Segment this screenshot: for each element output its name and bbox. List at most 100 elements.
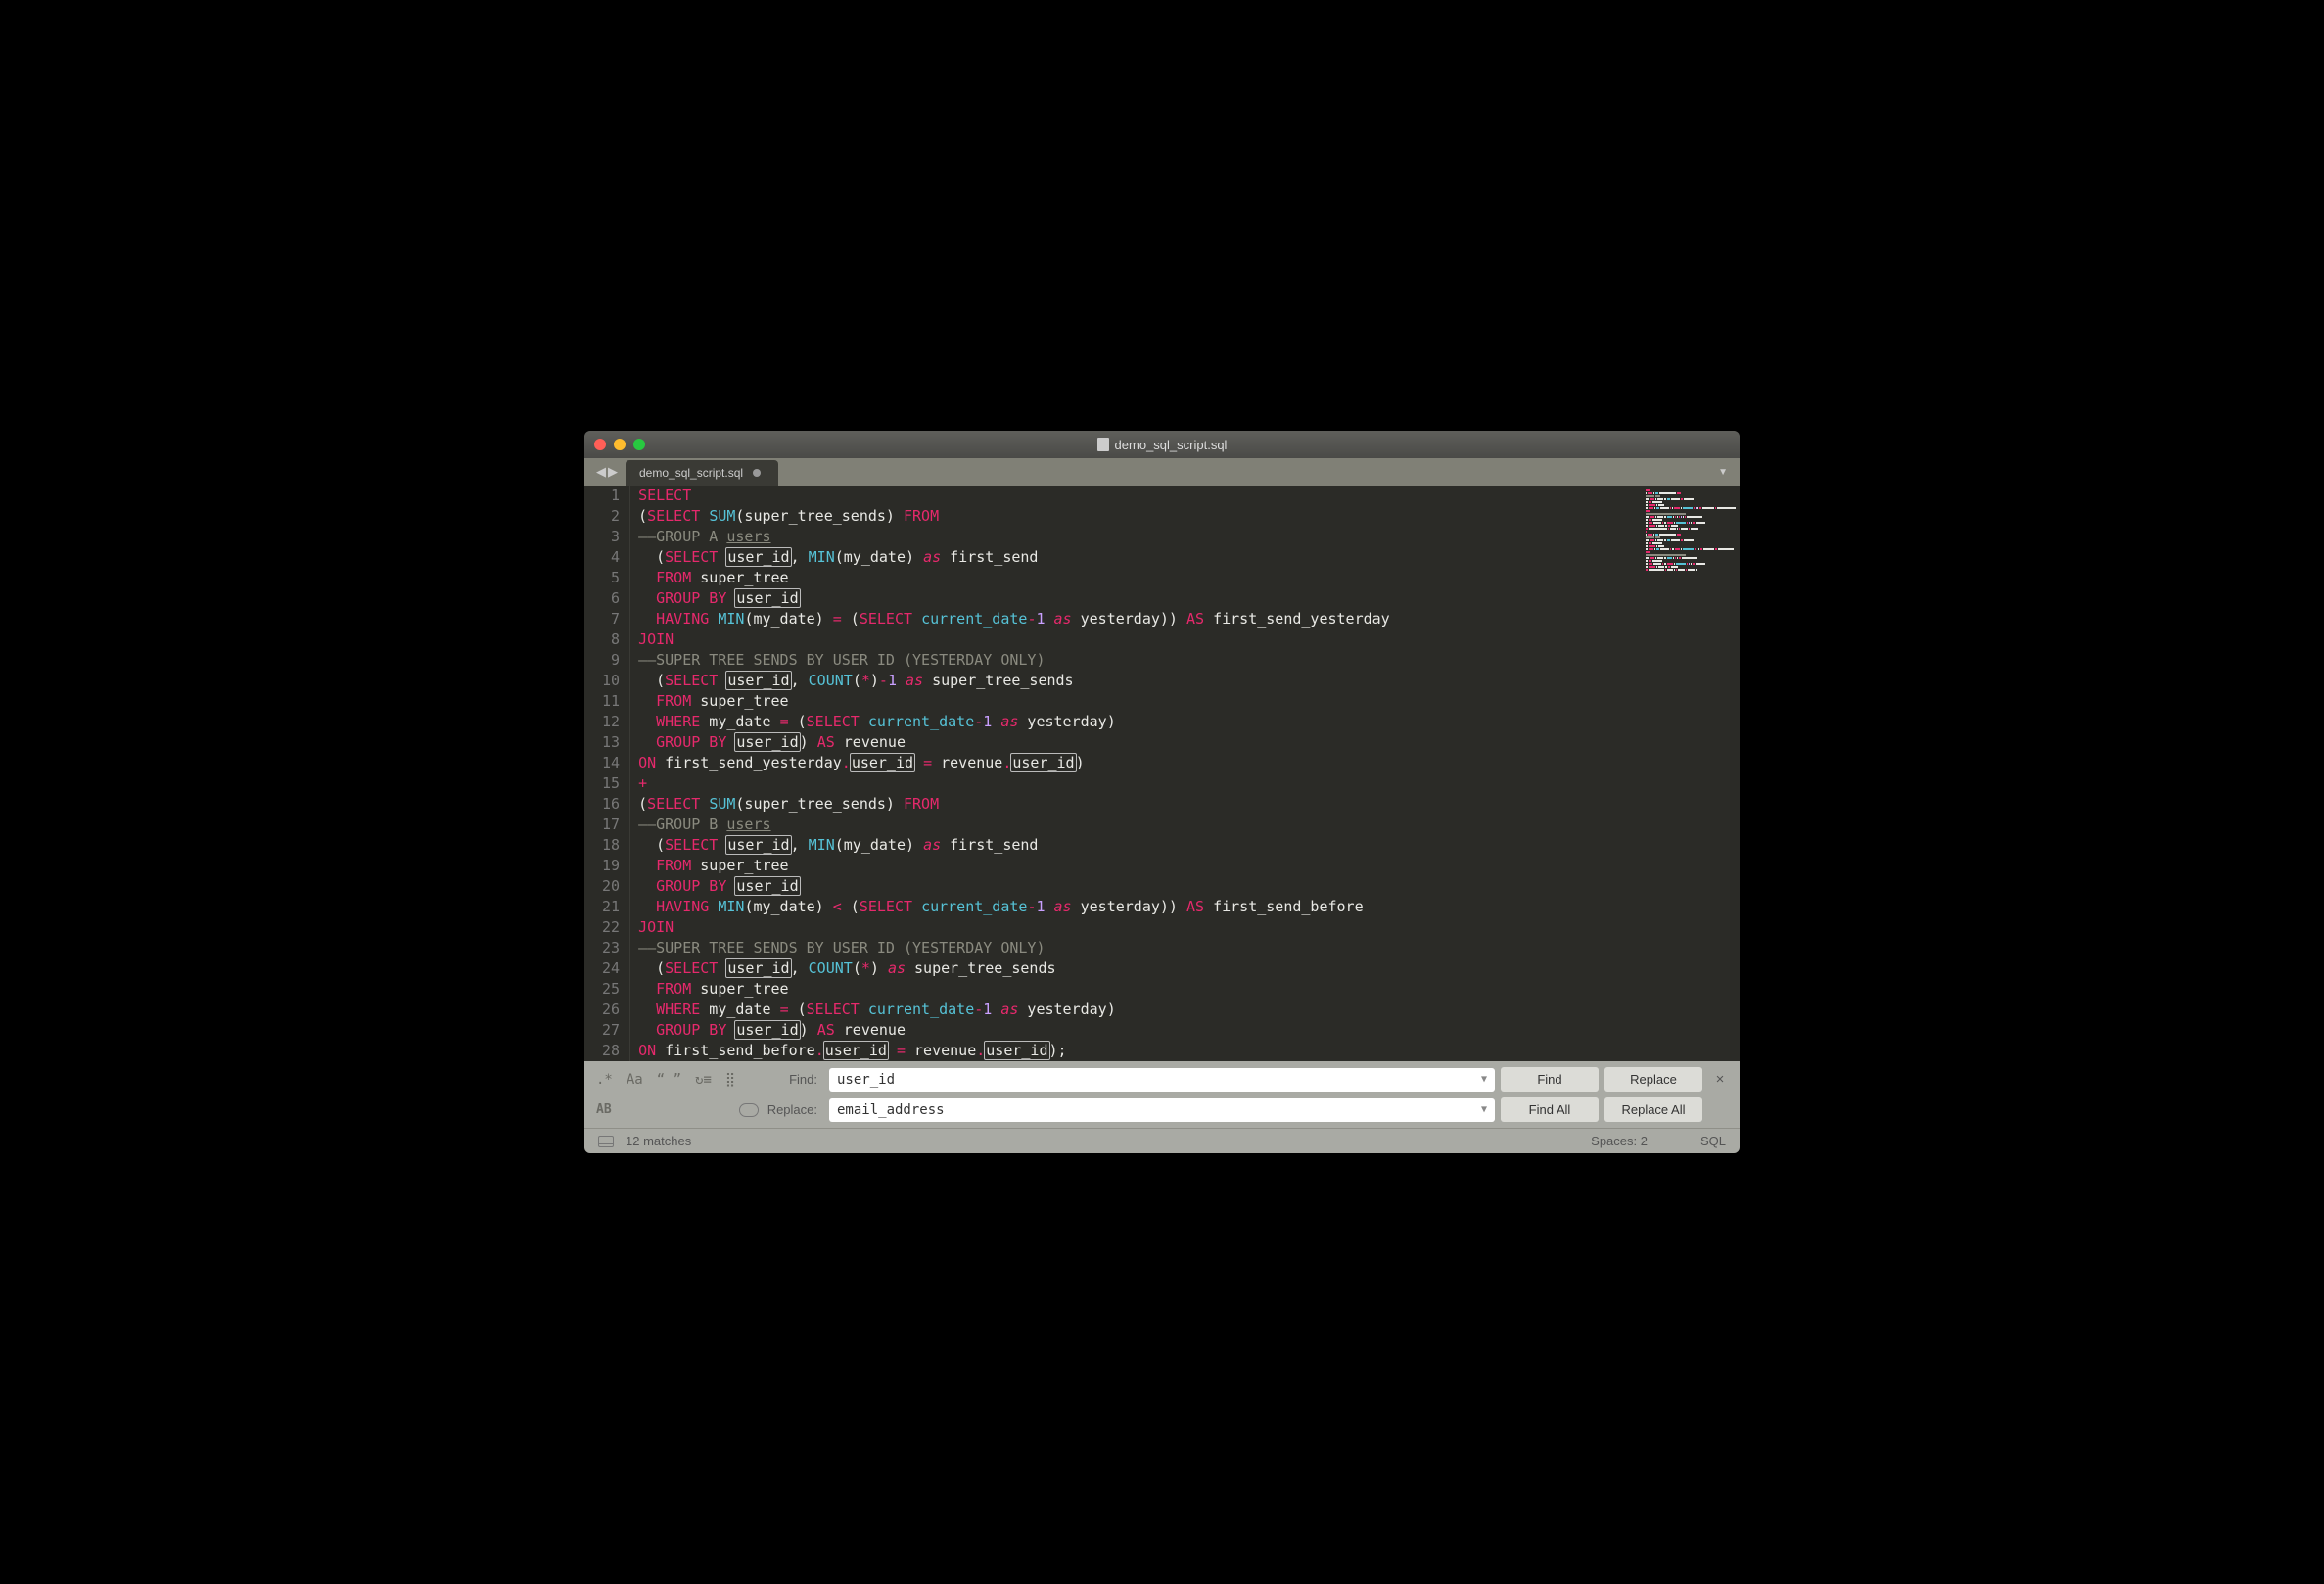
code-line[interactable]: HAVING MIN(my_date) = (SELECT current_da… bbox=[638, 609, 1642, 629]
replace-options: AB bbox=[592, 1102, 759, 1117]
line-number: 27 bbox=[602, 1020, 620, 1041]
find-options: .* Aa “ ” ↻≡ ⣿ bbox=[592, 1072, 759, 1088]
status-bar: 12 matches Spaces: 2 SQL bbox=[584, 1128, 1740, 1153]
line-number: 17 bbox=[602, 815, 620, 835]
find-label: Find: bbox=[765, 1072, 823, 1087]
tab-history-nav: ◀ ▶ bbox=[588, 458, 626, 486]
line-number: 5 bbox=[602, 568, 620, 588]
code-line[interactable]: ——SUPER TREE SENDS BY USER ID (YESTERDAY… bbox=[638, 938, 1642, 958]
whole-word-toggle[interactable]: “ ” bbox=[657, 1072, 681, 1088]
replace-button[interactable]: Replace bbox=[1604, 1067, 1702, 1092]
line-number: 15 bbox=[602, 773, 620, 794]
find-history-dropdown-icon[interactable]: ▼ bbox=[1481, 1074, 1487, 1085]
replace-input-value: email_address bbox=[837, 1102, 945, 1118]
code-line[interactable]: GROUP BY user_id bbox=[638, 588, 1642, 609]
highlight-matches-toggle[interactable] bbox=[739, 1103, 759, 1117]
line-number: 25 bbox=[602, 979, 620, 1000]
line-number: 9 bbox=[602, 650, 620, 671]
case-sensitive-toggle[interactable]: Aa bbox=[627, 1072, 643, 1088]
window-controls bbox=[594, 439, 645, 450]
code-area[interactable]: SELECT(SELECT SUM(super_tree_sends) FROM… bbox=[630, 486, 1642, 1061]
nav-forward-icon[interactable]: ▶ bbox=[608, 464, 618, 480]
code-line[interactable]: ——SUPER TREE SENDS BY USER ID (YESTERDAY… bbox=[638, 650, 1642, 671]
line-number: 20 bbox=[602, 876, 620, 897]
code-line[interactable]: (SELECT user_id, MIN(my_date) as first_s… bbox=[638, 835, 1642, 856]
code-line[interactable]: (SELECT SUM(super_tree_sends) FROM bbox=[638, 506, 1642, 527]
line-number: 26 bbox=[602, 1000, 620, 1020]
minimize-window-button[interactable] bbox=[614, 439, 626, 450]
code-line[interactable]: ——GROUP B users bbox=[638, 815, 1642, 835]
line-number: 16 bbox=[602, 794, 620, 815]
line-number: 21 bbox=[602, 897, 620, 917]
code-line[interactable]: JOIN bbox=[638, 629, 1642, 650]
line-number: 10 bbox=[602, 671, 620, 691]
code-line[interactable]: GROUP BY user_id bbox=[638, 876, 1642, 897]
code-line[interactable]: ON first_send_before.user_id = revenue.u… bbox=[638, 1041, 1642, 1061]
code-line[interactable]: FROM super_tree bbox=[638, 691, 1642, 712]
code-line[interactable]: FROM super_tree bbox=[638, 568, 1642, 588]
line-number: 4 bbox=[602, 547, 620, 568]
minimap[interactable] bbox=[1642, 486, 1740, 1061]
code-line[interactable]: + bbox=[638, 773, 1642, 794]
window-title-text: demo_sql_script.sql bbox=[1115, 438, 1228, 452]
code-line[interactable]: (SELECT user_id, COUNT(*) as super_tree_… bbox=[638, 958, 1642, 979]
line-number: 8 bbox=[602, 629, 620, 650]
line-number: 2 bbox=[602, 506, 620, 527]
code-line[interactable]: GROUP BY user_id) AS revenue bbox=[638, 1020, 1642, 1041]
in-selection-toggle[interactable]: ⣿ bbox=[725, 1072, 735, 1088]
code-line[interactable]: FROM super_tree bbox=[638, 856, 1642, 876]
wrap-toggle[interactable]: ↻≡ bbox=[695, 1072, 712, 1088]
line-number: 11 bbox=[602, 691, 620, 712]
line-number: 6 bbox=[602, 588, 620, 609]
status-matches: 12 matches bbox=[626, 1134, 691, 1148]
replace-input[interactable]: email_address ▼ bbox=[829, 1098, 1495, 1122]
console-panel-icon[interactable] bbox=[598, 1136, 614, 1147]
editor-window: demo_sql_script.sql ◀ ▶ demo_sql_script.… bbox=[584, 431, 1740, 1153]
code-line[interactable]: GROUP BY user_id) AS revenue bbox=[638, 732, 1642, 753]
find-button[interactable]: Find bbox=[1501, 1067, 1599, 1092]
editor-area: 1234567891011121314151617181920212223242… bbox=[584, 486, 1740, 1061]
code-line[interactable]: HAVING MIN(my_date) < (SELECT current_da… bbox=[638, 897, 1642, 917]
close-find-panel-icon[interactable]: × bbox=[1708, 1071, 1732, 1088]
code-line[interactable]: ON first_send_yesterday.user_id = revenu… bbox=[638, 753, 1642, 773]
replace-history-dropdown-icon[interactable]: ▼ bbox=[1481, 1104, 1487, 1115]
replace-all-button[interactable]: Replace All bbox=[1604, 1097, 1702, 1122]
preserve-case-toggle[interactable]: AB bbox=[596, 1102, 612, 1117]
tab-active[interactable]: demo_sql_script.sql bbox=[626, 460, 778, 486]
close-window-button[interactable] bbox=[594, 439, 606, 450]
find-input-value: user_id bbox=[837, 1072, 895, 1088]
line-number: 12 bbox=[602, 712, 620, 732]
tab-modified-indicator bbox=[753, 469, 761, 477]
line-number: 22 bbox=[602, 917, 620, 938]
code-line[interactable]: WHERE my_date = (SELECT current_date-1 a… bbox=[638, 712, 1642, 732]
line-number: 1 bbox=[602, 486, 620, 506]
window-title: demo_sql_script.sql bbox=[584, 438, 1740, 452]
code-line[interactable]: (SELECT SUM(super_tree_sends) FROM bbox=[638, 794, 1642, 815]
code-line[interactable]: SELECT bbox=[638, 486, 1642, 506]
regex-toggle[interactable]: .* bbox=[596, 1072, 613, 1088]
tab-bar: ◀ ▶ demo_sql_script.sql ▼ bbox=[584, 458, 1740, 486]
code-line[interactable]: ——GROUP A users bbox=[638, 527, 1642, 547]
line-number: 14 bbox=[602, 753, 620, 773]
line-number: 7 bbox=[602, 609, 620, 629]
zoom-window-button[interactable] bbox=[633, 439, 645, 450]
tab-overflow-dropdown[interactable]: ▼ bbox=[1712, 458, 1734, 486]
status-syntax[interactable]: SQL bbox=[1700, 1134, 1726, 1148]
find-all-button[interactable]: Find All bbox=[1501, 1097, 1599, 1122]
find-replace-panel: .* Aa “ ” ↻≡ ⣿ Find: user_id ▼ Find Repl… bbox=[584, 1061, 1740, 1128]
nav-back-icon[interactable]: ◀ bbox=[596, 464, 606, 480]
line-number: 19 bbox=[602, 856, 620, 876]
line-number: 13 bbox=[602, 732, 620, 753]
find-input[interactable]: user_id ▼ bbox=[829, 1068, 1495, 1092]
code-line[interactable]: FROM super_tree bbox=[638, 979, 1642, 1000]
file-icon bbox=[1097, 438, 1109, 451]
status-indentation[interactable]: Spaces: 2 bbox=[1591, 1134, 1648, 1148]
line-number: 3 bbox=[602, 527, 620, 547]
titlebar[interactable]: demo_sql_script.sql bbox=[584, 431, 1740, 458]
line-number: 23 bbox=[602, 938, 620, 958]
code-line[interactable]: (SELECT user_id, COUNT(*)-1 as super_tre… bbox=[638, 671, 1642, 691]
code-line[interactable]: JOIN bbox=[638, 917, 1642, 938]
tab-label: demo_sql_script.sql bbox=[639, 466, 743, 480]
code-line[interactable]: (SELECT user_id, MIN(my_date) as first_s… bbox=[638, 547, 1642, 568]
code-line[interactable]: WHERE my_date = (SELECT current_date-1 a… bbox=[638, 1000, 1642, 1020]
